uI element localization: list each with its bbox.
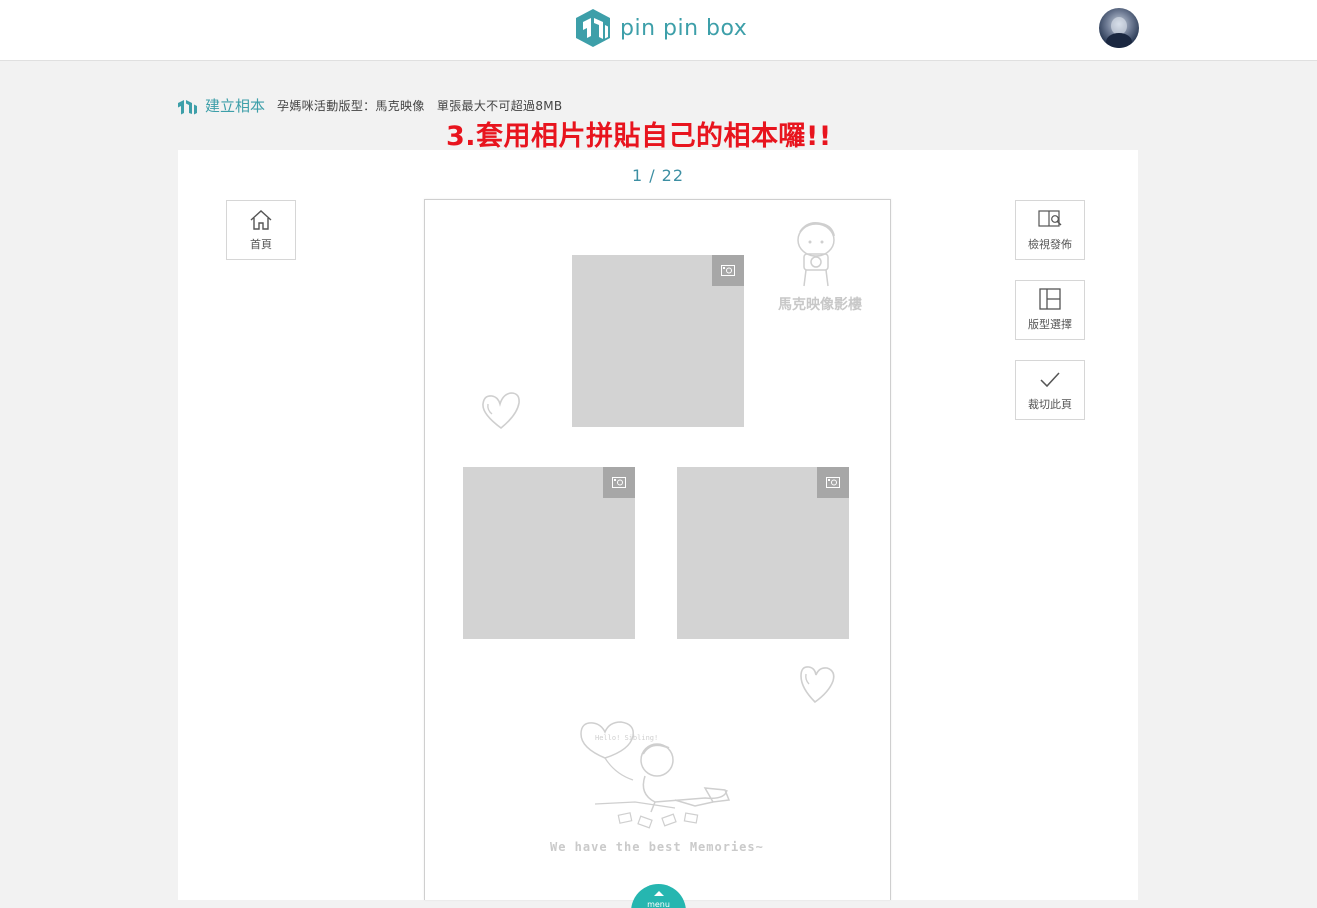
- preview-publish-label: 檢視發佈: [1028, 238, 1072, 251]
- studio-watermark: 馬克映像影樓: [778, 297, 862, 313]
- pinpinbox-small-icon: [178, 99, 197, 114]
- editor-panel: 1 / 22 首頁 檢視發佈 版型選擇 裁切此頁 馬克映像影樓 Hello! S…: [178, 150, 1138, 900]
- brand-name: pin pin box: [620, 15, 748, 41]
- user-avatar[interactable]: [1099, 8, 1139, 48]
- memories-caption: We have the best Memories~: [550, 840, 764, 854]
- pinpinbox-logo-icon: [576, 9, 610, 47]
- brand-logo[interactable]: pin pin box: [574, 8, 747, 48]
- camera-icon: [612, 477, 626, 488]
- camera-button[interactable]: [712, 255, 744, 286]
- photo-slot-3[interactable]: [677, 467, 849, 639]
- preview-publish-icon: [1038, 210, 1062, 227]
- top-bar: pin pin box: [0, 0, 1317, 61]
- layout-select-label: 版型選擇: [1028, 318, 1072, 331]
- photo-slot-1[interactable]: [572, 255, 744, 427]
- check-icon: [1040, 372, 1060, 388]
- template-info: 孕媽咪活動版型：馬克映像 單張最大不可超過8MB: [277, 99, 563, 113]
- heart-doodle-icon: [800, 666, 835, 704]
- camera-icon: [826, 477, 840, 488]
- home-icon: [250, 210, 272, 230]
- album-page: 馬克映像影樓 Hello! Sibling! We have the best …: [424, 199, 891, 900]
- avatar-image-icon: [1106, 17, 1132, 48]
- home-button[interactable]: 首頁: [226, 200, 296, 260]
- menu-label: menu: [647, 900, 670, 908]
- preview-publish-button[interactable]: 檢視發佈: [1015, 200, 1085, 260]
- tutorial-annotation: 3.套用相片拼貼自己的相本囉!!: [446, 121, 832, 152]
- breadcrumb-title[interactable]: 建立相本: [205, 95, 265, 116]
- home-label: 首頁: [250, 238, 272, 251]
- breadcrumb: 建立相本 孕媽咪活動版型：馬克映像 單張最大不可超過8MB: [177, 95, 562, 116]
- child-balloon-illustration-icon: Hello! Sibling!: [580, 721, 731, 829]
- crop-page-label: 裁切此頁: [1028, 398, 1072, 411]
- balloon-text: Hello! Sibling!: [595, 734, 658, 742]
- layout-select-button[interactable]: 版型選擇: [1015, 280, 1085, 340]
- photo-slot-2[interactable]: [463, 467, 635, 639]
- photographer-cartoon-icon: [797, 222, 835, 287]
- camera-button[interactable]: [603, 467, 635, 498]
- layout-icon: [1039, 288, 1061, 310]
- camera-icon: [721, 265, 735, 276]
- page-counter: 1 / 22: [631, 166, 685, 185]
- crop-page-button[interactable]: 裁切此頁: [1015, 360, 1085, 420]
- camera-button[interactable]: [817, 467, 849, 498]
- heart-doodle-icon: [482, 392, 520, 430]
- arrow-up-icon: [654, 891, 664, 896]
